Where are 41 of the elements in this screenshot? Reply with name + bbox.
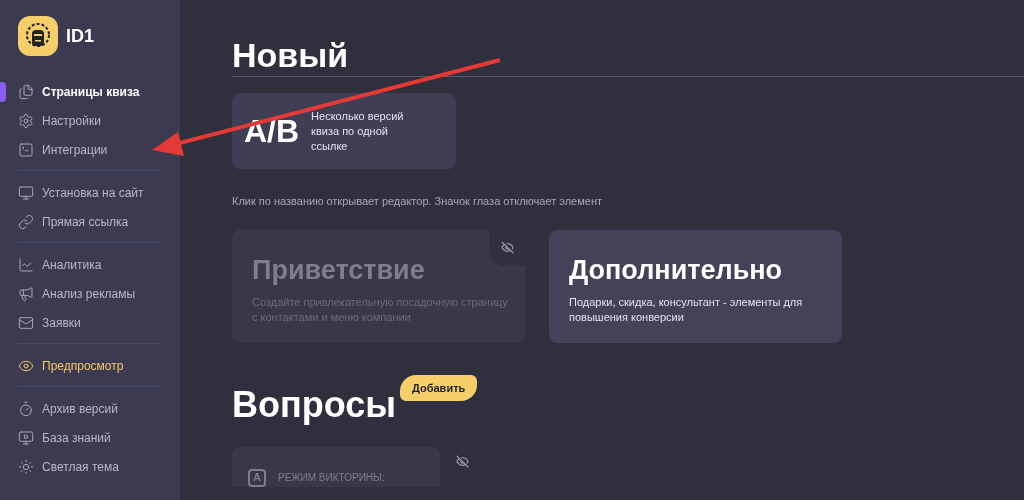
- sidebar-item[interactable]: Светлая тема: [18, 457, 119, 477]
- sidebar-item[interactable]: Настройки: [18, 111, 101, 131]
- card-title[interactable]: Дополнительно: [569, 253, 822, 288]
- sidebar-item[interactable]: Аналитика: [18, 255, 102, 275]
- sidebar-item[interactable]: Заявки: [18, 313, 81, 333]
- logo-icon: [18, 16, 58, 56]
- sidebar-item[interactable]: Интеграции: [18, 140, 108, 160]
- sidebar-item[interactable]: Прямая ссылка: [18, 212, 129, 232]
- eye-off-icon: [500, 241, 514, 254]
- ab-description: Несколько версий квиза по одной ссылке: [311, 108, 405, 154]
- add-button[interactable]: Добавить: [400, 374, 478, 401]
- gear-icon: [18, 113, 34, 129]
- megaphone-icon: [18, 286, 34, 302]
- question-type-icon: A: [248, 468, 266, 487]
- sidebar-item[interactable]: База знаний: [18, 428, 111, 448]
- section-title: Новый: [232, 38, 350, 72]
- eye-icon: [18, 358, 34, 374]
- timer-icon: [18, 401, 34, 417]
- card-description: Подарки, скидка, консультант - элементы для повышения конверсии: [569, 295, 804, 326]
- line-chart-icon: [18, 257, 34, 273]
- sun-icon: [18, 459, 34, 475]
- section-card[interactable]: Дополнительно Подарки, скидка, консультант - элементы для повышения конверсии: [549, 229, 842, 343]
- monitor-icon: [18, 185, 34, 201]
- terminal-icon: [18, 142, 34, 158]
- sidebar-item[interactable]: Предпросмотр: [18, 356, 124, 376]
- logo-text: ID1: [66, 25, 94, 48]
- link-icon: [18, 214, 34, 230]
- ab-test-card[interactable]: A/B Несколько версий квиза по одной ссылке: [232, 93, 456, 169]
- sidebar-item[interactable]: Архив версий: [18, 399, 118, 419]
- eye-off-icon[interactable]: [456, 454, 469, 468]
- section-title: Вопросы: [232, 386, 396, 423]
- question-card[interactable]: A РЕЖИМ ВИКТОРИНЫ:: [232, 446, 440, 487]
- monitor-play-icon: [18, 430, 34, 446]
- mail-icon: [18, 315, 34, 331]
- sidebar-item[interactable]: Установка на сайт: [18, 183, 144, 203]
- sidebar-item[interactable]: Анализ рекламы: [18, 284, 136, 304]
- sidebar-item[interactable]: Страницы квиза: [18, 82, 140, 102]
- ab-label: A/B: [244, 112, 300, 151]
- pages-icon: [18, 84, 34, 100]
- question-label: РЕЖИМ ВИКТОРИНЫ:: [278, 470, 385, 485]
- hint-text: Клик по названию открывает редактор. Значок глаза отключает элемент: [232, 194, 603, 209]
